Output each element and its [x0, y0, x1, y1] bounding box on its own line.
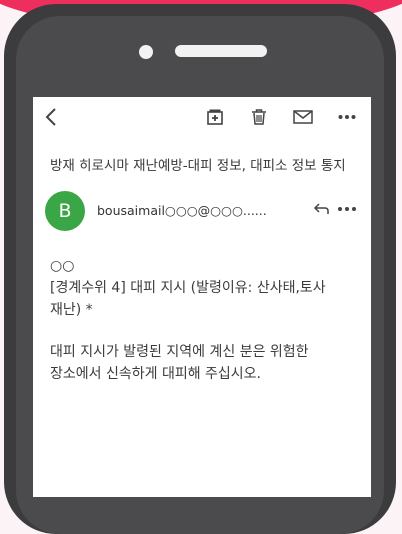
earpiece-speaker — [175, 45, 267, 57]
chevron-left-icon — [45, 108, 56, 126]
body-line: 재난) * — [50, 302, 93, 318]
reply-icon[interactable] — [313, 201, 331, 217]
front-camera — [139, 45, 153, 59]
email-subject: 방재 히로시마 재난예방-대피 정보, 대피소 정보 통지 — [50, 158, 346, 174]
sender-address[interactable]: bousaimail○○○@○○○...... — [97, 203, 267, 218]
archive-button[interactable] — [203, 105, 227, 129]
sender-more-icon[interactable] — [337, 201, 357, 217]
body-line: 장소에서 신속하게 대피해 주십시오. — [50, 366, 261, 382]
body-line: 대피 지시가 발령된 지역에 계신 분은 위험한 — [50, 344, 309, 360]
more-options-button[interactable] — [335, 105, 359, 129]
more-horizontal-icon — [338, 115, 356, 119]
delete-button[interactable] — [247, 105, 271, 129]
mail-button[interactable] — [291, 105, 315, 129]
envelope-icon — [293, 110, 313, 124]
archive-add-icon — [207, 109, 223, 125]
email-screen: 방재 히로시마 재난예방-대피 정보, 대피소 정보 통지 B bousaima… — [33, 97, 371, 497]
trash-icon — [252, 109, 266, 125]
email-toolbar — [33, 97, 371, 137]
body-line: ○○ — [50, 258, 75, 274]
email-body: ○○ [경계수위 4] 대피 지시 (발령이유: 산사태,토사 재난) * 대피… — [50, 255, 360, 385]
body-line: [경계수위 4] 대피 지시 (발령이유: 산사태,토사 — [50, 280, 326, 296]
back-button[interactable] — [39, 105, 63, 129]
sender-avatar[interactable]: B — [45, 191, 85, 231]
